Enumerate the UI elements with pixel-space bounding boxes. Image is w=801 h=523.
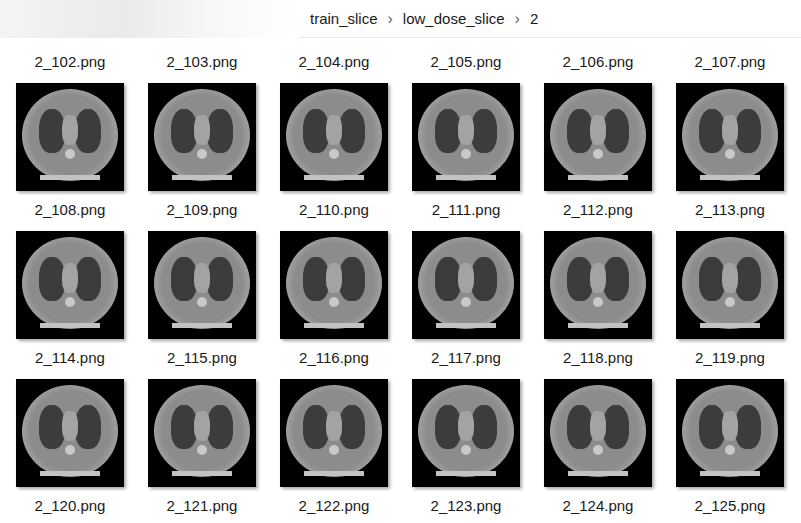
- file-item[interactable]: 2_109.png: [148, 83, 256, 231]
- file-explorer: train_slice›low_dose_slice›22_102.png2_1…: [0, 0, 801, 523]
- file-name: 2_103.png: [167, 52, 238, 72]
- file-item[interactable]: 2_107.png: [676, 52, 784, 83]
- file-name: 2_123.png: [431, 496, 502, 516]
- ct-thumbnail: [412, 379, 520, 487]
- ct-thumbnail: [280, 379, 388, 487]
- ct-thumbnail: [16, 379, 124, 487]
- file-item[interactable]: 2_102.png: [16, 52, 124, 83]
- file-name: 2_118.png: [563, 348, 633, 368]
- file-item[interactable]: 2_117.png: [412, 231, 520, 379]
- file-name: 2_114.png: [35, 348, 105, 368]
- file-item[interactable]: 2_119.png: [676, 231, 784, 379]
- file-name: 2_108.png: [35, 200, 106, 220]
- file-item[interactable]: 2_124.png: [544, 379, 652, 523]
- file-name: 2_106.png: [563, 52, 634, 72]
- file-name: 2_121.png: [167, 496, 238, 516]
- ct-thumbnail: [148, 379, 256, 487]
- file-name: 2_102.png: [35, 52, 106, 72]
- file-item[interactable]: 2_113.png: [676, 83, 784, 231]
- ct-thumbnail: [544, 83, 652, 191]
- ct-thumbnail: [16, 231, 124, 339]
- ct-thumbnail: [148, 83, 256, 191]
- ct-thumbnail: [280, 231, 388, 339]
- file-item[interactable]: 2_110.png: [280, 83, 388, 231]
- file-item[interactable]: 2_106.png: [544, 52, 652, 83]
- ct-thumbnail: [412, 231, 520, 339]
- file-item[interactable]: 2_115.png: [148, 231, 256, 379]
- file-item[interactable]: 2_125.png: [676, 379, 784, 523]
- file-name: 2_119.png: [695, 348, 765, 368]
- file-name: 2_104.png: [299, 52, 370, 72]
- file-item[interactable]: 2_116.png: [280, 231, 388, 379]
- file-item[interactable]: 2_103.png: [148, 52, 256, 83]
- file-name: 2_105.png: [431, 52, 502, 72]
- file-item[interactable]: 2_120.png: [16, 379, 124, 523]
- file-name: 2_110.png: [299, 200, 369, 220]
- ct-thumbnail: [676, 379, 784, 487]
- ct-thumbnail: [280, 83, 388, 191]
- file-item[interactable]: 2_108.png: [16, 83, 124, 231]
- file-name: 2_124.png: [563, 496, 634, 516]
- ct-thumbnail: [148, 231, 256, 339]
- file-name: 2_120.png: [35, 496, 106, 516]
- file-name: 2_109.png: [167, 200, 238, 220]
- ct-thumbnail: [676, 83, 784, 191]
- file-item[interactable]: 2_114.png: [16, 231, 124, 379]
- file-item[interactable]: 2_121.png: [148, 379, 256, 523]
- breadcrumb-separator: ›: [388, 10, 393, 28]
- ct-thumbnail: [544, 379, 652, 487]
- file-item[interactable]: 2_104.png: [280, 52, 388, 83]
- ct-thumbnail: [676, 231, 784, 339]
- breadcrumb-separator: ›: [515, 10, 520, 28]
- ct-thumbnail: [544, 231, 652, 339]
- ct-thumbnail: [16, 83, 124, 191]
- file-grid: 2_102.png 2_103.png 2_104.png 2_105.png 2_10…: [0, 38, 801, 523]
- file-name: 2_115.png: [167, 348, 237, 368]
- file-item[interactable]: 2_123.png: [412, 379, 520, 523]
- file-name: 2_125.png: [695, 496, 766, 516]
- file-name: 2_111.png: [432, 200, 501, 220]
- file-item[interactable]: 2_118.png: [544, 231, 652, 379]
- file-name: 2_122.png: [299, 496, 370, 516]
- file-item[interactable]: 2_105.png: [412, 52, 520, 83]
- file-item[interactable]: 2_112.png: [544, 83, 652, 231]
- address-bar[interactable]: train_slice › low_dose_slice › 2: [0, 0, 801, 38]
- file-name: 2_117.png: [431, 348, 501, 368]
- breadcrumb-item[interactable]: low_dose_slice: [403, 10, 505, 27]
- file-item[interactable]: 2_122.png: [280, 379, 388, 523]
- file-name: 2_113.png: [695, 200, 765, 220]
- file-item[interactable]: 2_111.png: [412, 83, 520, 231]
- breadcrumb-item[interactable]: 2: [530, 10, 538, 27]
- blurred-region: [0, 0, 300, 38]
- breadcrumb-item[interactable]: train_slice: [310, 10, 378, 27]
- file-name: 2_116.png: [299, 348, 369, 368]
- ct-thumbnail: [412, 83, 520, 191]
- file-name: 2_112.png: [563, 200, 633, 220]
- file-name: 2_107.png: [695, 52, 766, 72]
